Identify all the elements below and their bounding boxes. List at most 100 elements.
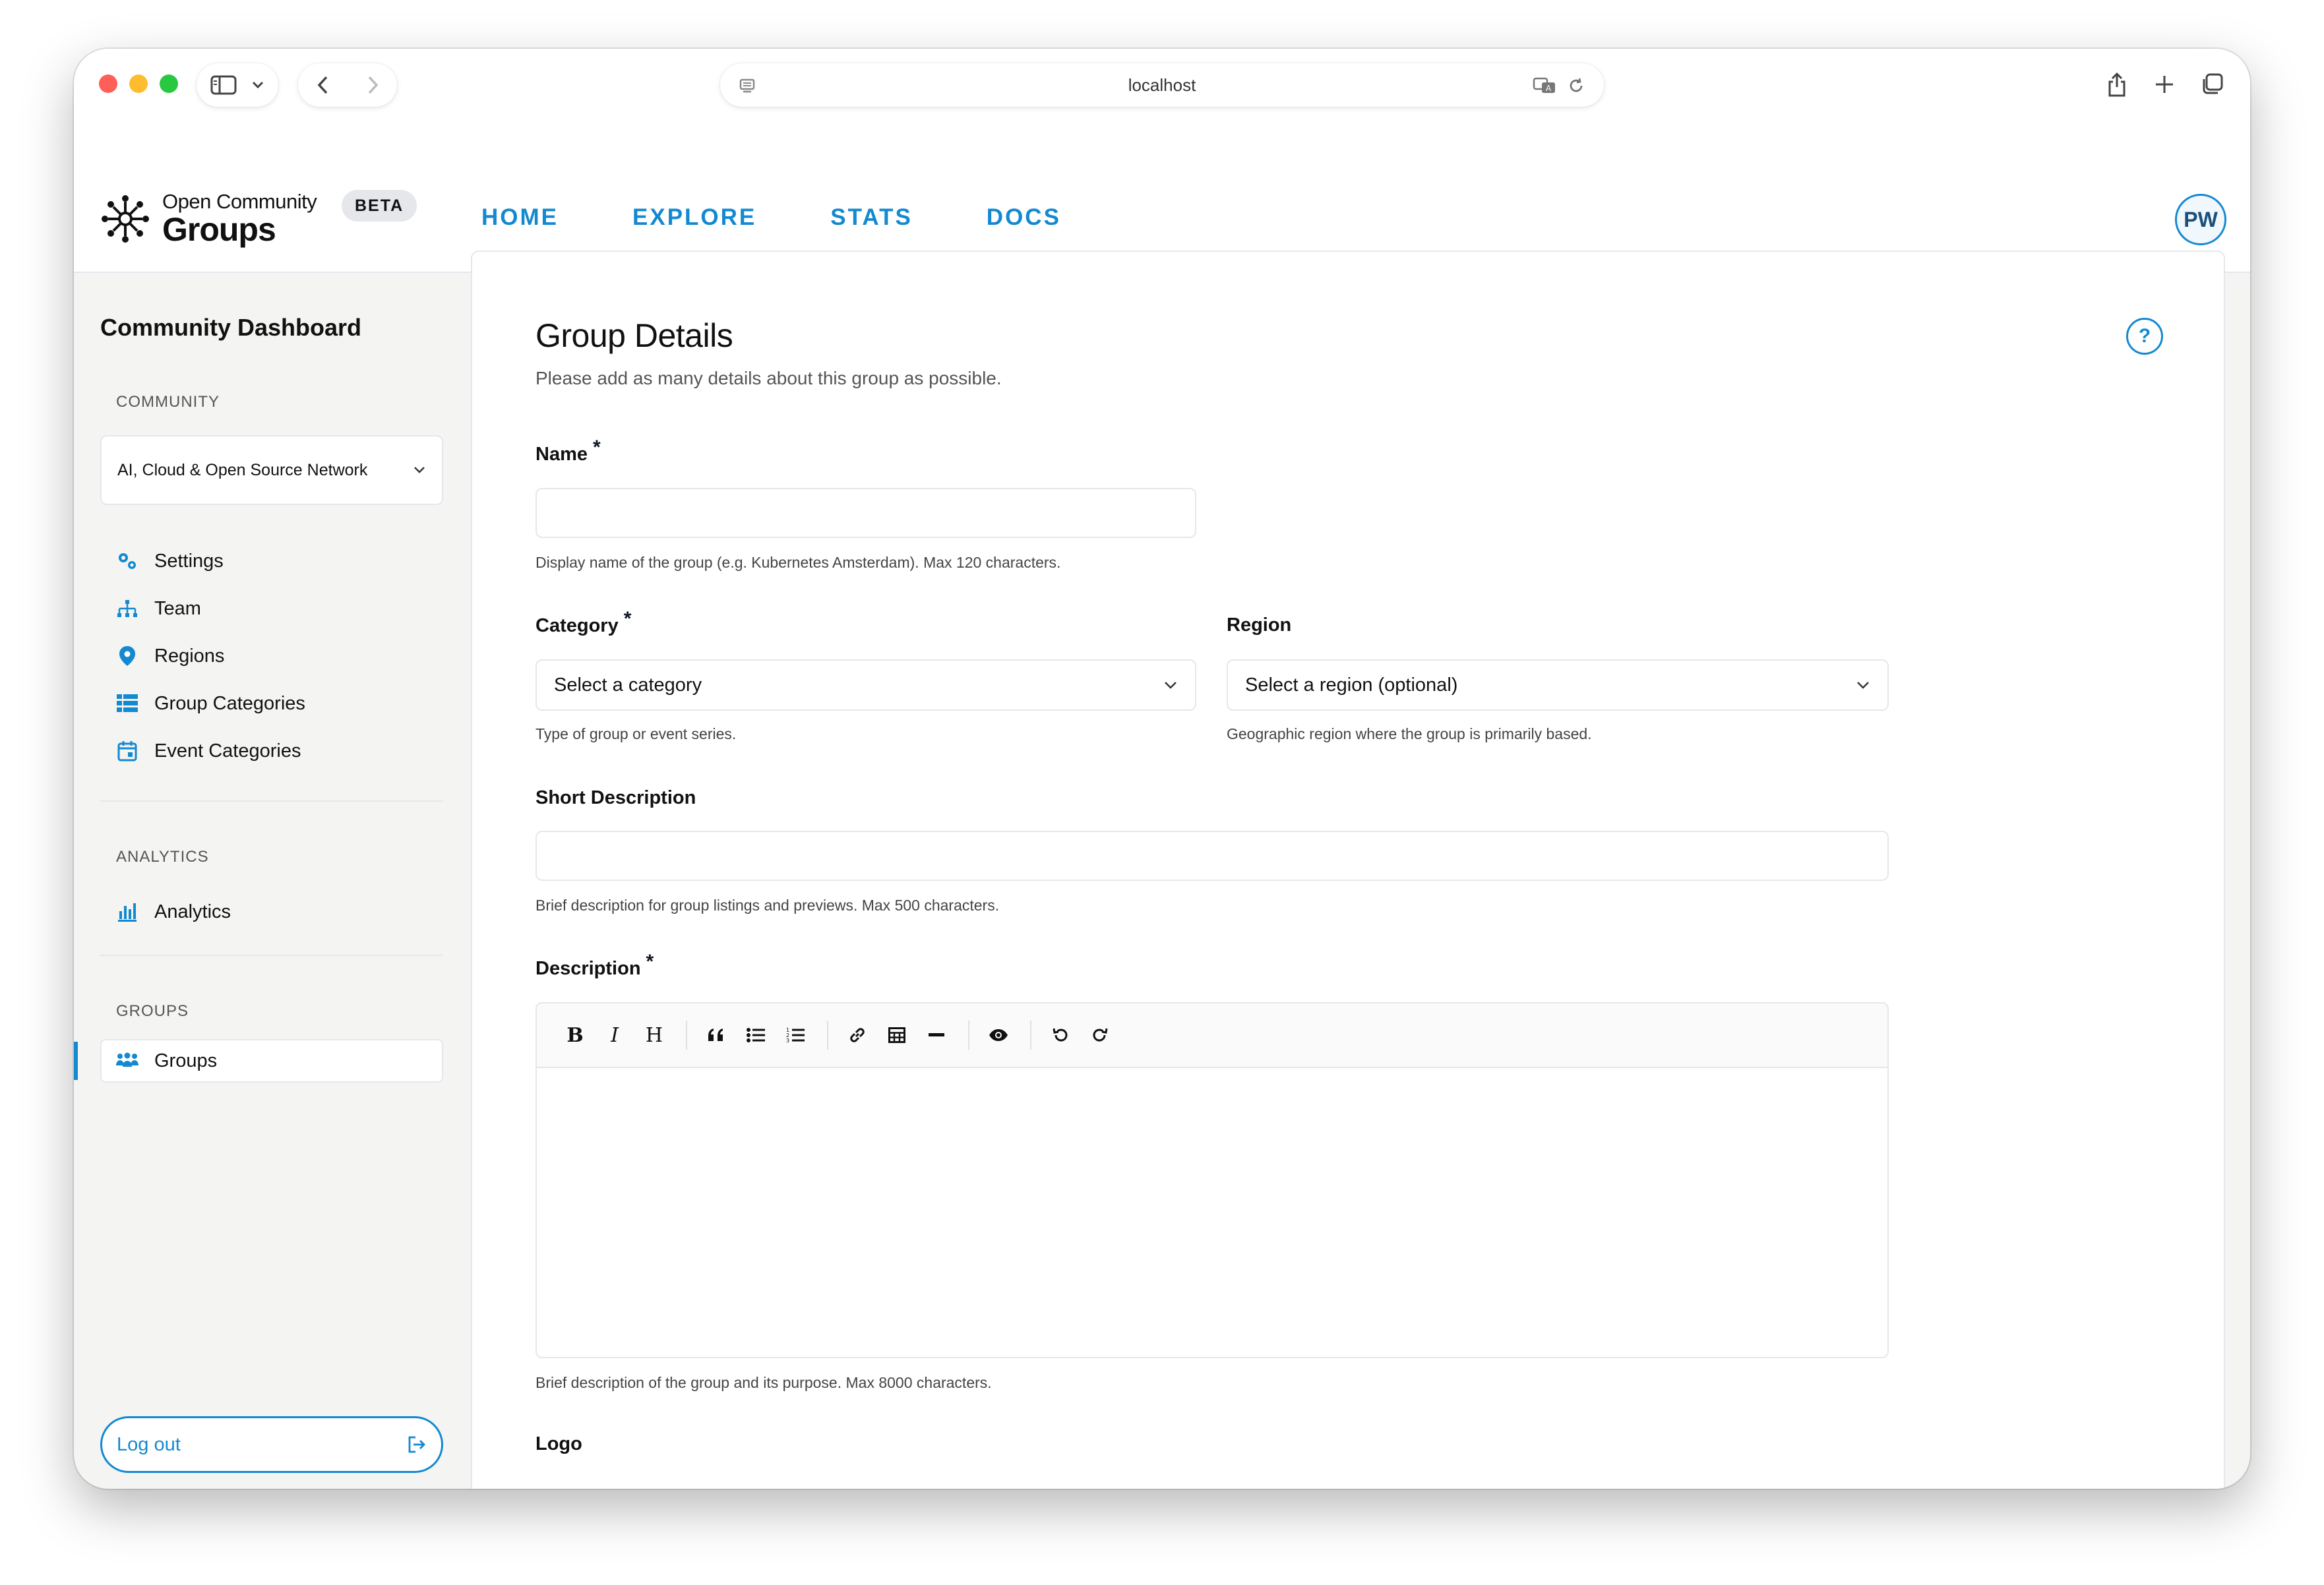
user-avatar[interactable]: PW bbox=[2175, 194, 2226, 245]
reload-icon[interactable] bbox=[1567, 76, 1585, 95]
forward-arrow-icon[interactable] bbox=[366, 75, 379, 95]
toolbar-separator bbox=[1030, 1021, 1031, 1050]
sidebar-item-label: Groups bbox=[154, 1050, 218, 1071]
nav-stats[interactable]: STATS bbox=[830, 204, 913, 231]
tabs-icon bbox=[2203, 73, 2223, 94]
quote-icon bbox=[708, 1029, 723, 1041]
svg-text:A: A bbox=[1546, 84, 1552, 93]
groups-section-label: GROUPS bbox=[116, 1002, 189, 1020]
translate-icon[interactable]: A bbox=[1533, 76, 1558, 95]
community-section-label: COMMUNITY bbox=[116, 393, 220, 411]
sidebar-toggle-button[interactable] bbox=[197, 63, 278, 107]
table-button[interactable] bbox=[882, 1021, 911, 1050]
description-help: Brief description of the group and its p… bbox=[535, 1374, 992, 1391]
history-nav bbox=[298, 63, 397, 107]
sidebar-item-label: Team bbox=[154, 597, 201, 619]
minimize-window-button[interactable] bbox=[129, 75, 148, 93]
logout-label: Log out bbox=[117, 1433, 181, 1455]
address-bar[interactable]: localhost A bbox=[720, 63, 1604, 107]
name-label-row: Name * bbox=[535, 436, 601, 465]
logout-button[interactable]: Log out bbox=[100, 1416, 443, 1473]
nav-home[interactable]: HOME bbox=[481, 204, 559, 231]
sidebar-item-regions[interactable]: Regions bbox=[116, 640, 224, 673]
bullet-list-button[interactable] bbox=[741, 1021, 770, 1050]
calendar-icon bbox=[117, 741, 137, 762]
logo[interactable]: Open Community Groups bbox=[99, 191, 317, 246]
category-select[interactable]: Select a category bbox=[535, 659, 1196, 711]
back-arrow-icon[interactable] bbox=[317, 75, 330, 95]
region-select[interactable]: Select a region (optional) bbox=[1227, 659, 1889, 711]
list-grid-icon bbox=[117, 694, 138, 712]
share-button[interactable] bbox=[2101, 69, 2133, 100]
chevron-down-icon bbox=[1857, 682, 1869, 689]
italic-button[interactable]: I bbox=[600, 1021, 629, 1050]
heading-button[interactable]: H bbox=[640, 1021, 669, 1050]
sidebar-item-team[interactable]: Team bbox=[116, 592, 201, 625]
sidebar-title: Community Dashboard bbox=[100, 314, 362, 341]
sidebar-item-label: Group Categories bbox=[154, 692, 305, 714]
sidebar-item-label: Analytics bbox=[154, 901, 231, 922]
category-help: Type of group or event series. bbox=[535, 725, 737, 742]
short-description-input[interactable] bbox=[535, 831, 1889, 881]
logo-label-row: Logo bbox=[535, 1433, 582, 1455]
horizontal-rule-icon bbox=[929, 1033, 944, 1036]
link-button[interactable] bbox=[843, 1021, 872, 1050]
sidebar-item-analytics[interactable]: Analytics bbox=[116, 895, 231, 928]
maximize-window-button[interactable] bbox=[160, 75, 178, 93]
link-icon bbox=[850, 1028, 865, 1042]
sidebar-item-label: Settings bbox=[154, 550, 224, 572]
editor-toolbar: B I H 123 bbox=[537, 1003, 1887, 1068]
region-label-row: Region bbox=[1227, 614, 1291, 636]
toolbar-separator bbox=[827, 1021, 828, 1050]
nav-explore[interactable]: EXPLORE bbox=[632, 204, 756, 231]
numbered-list-button[interactable]: 123 bbox=[781, 1021, 810, 1050]
sidebar-divider bbox=[100, 955, 443, 956]
numbered-list-icon: 123 bbox=[786, 1027, 805, 1044]
toolbar-separator bbox=[686, 1021, 687, 1050]
map-pin-icon bbox=[119, 646, 135, 666]
redo-button[interactable] bbox=[1086, 1021, 1115, 1050]
analytics-section-label: ANALYTICS bbox=[116, 848, 209, 866]
page-title: Group Details bbox=[535, 317, 733, 354]
eye-icon bbox=[989, 1029, 1008, 1041]
table-icon bbox=[888, 1027, 905, 1043]
description-textarea[interactable] bbox=[537, 1068, 1887, 1357]
logo-top-text: Open Community bbox=[162, 190, 317, 213]
redo-icon bbox=[1093, 1028, 1108, 1042]
undo-button[interactable] bbox=[1046, 1021, 1075, 1050]
italic-icon: I bbox=[611, 1023, 619, 1047]
logo-label: Logo bbox=[535, 1433, 582, 1454]
heading-icon: H bbox=[645, 1023, 663, 1047]
required-marker: * bbox=[623, 608, 632, 630]
toolbar-separator bbox=[968, 1021, 969, 1050]
bold-button[interactable]: B bbox=[561, 1021, 590, 1050]
community-select[interactable]: AI, Cloud & Open Source Network bbox=[100, 435, 443, 505]
browser-window: localhost A Open Community Groups BETA H… bbox=[74, 49, 2250, 1489]
bar-chart-icon bbox=[118, 903, 137, 922]
name-help: Display name of the group (e.g. Kubernet… bbox=[535, 554, 1061, 571]
beta-badge: BETA bbox=[342, 190, 417, 222]
undo-icon bbox=[1053, 1028, 1068, 1042]
category-label-row: Category * bbox=[535, 608, 631, 637]
gears-icon bbox=[119, 553, 136, 569]
sidebar-item-groups[interactable]: Groups bbox=[116, 1044, 217, 1077]
region-select-value: Select a region (optional) bbox=[1245, 674, 1458, 696]
new-tab-button[interactable] bbox=[2149, 69, 2180, 100]
nav-docs[interactable]: DOCS bbox=[987, 204, 1061, 231]
close-window-button[interactable] bbox=[99, 75, 117, 93]
top-nav: HOME EXPLORE STATS DOCS bbox=[481, 204, 1135, 231]
browser-toolbar: localhost A bbox=[74, 49, 2250, 123]
quote-button[interactable] bbox=[702, 1021, 731, 1050]
name-label: Name bbox=[535, 444, 588, 465]
name-input[interactable] bbox=[535, 488, 1196, 538]
sidebar-item-settings[interactable]: Settings bbox=[116, 545, 224, 578]
tab-overview-button[interactable] bbox=[2196, 69, 2228, 100]
bold-icon: B bbox=[566, 1023, 584, 1047]
sidebar-divider bbox=[100, 800, 443, 802]
sidebar-item-event-categories[interactable]: Event Categories bbox=[116, 734, 301, 767]
preview-button[interactable] bbox=[984, 1021, 1013, 1050]
sidebar-item-group-categories[interactable]: Group Categories bbox=[116, 687, 305, 720]
org-chart-icon bbox=[117, 600, 137, 617]
horizontal-rule-button[interactable] bbox=[922, 1021, 951, 1050]
help-button[interactable]: ? bbox=[2126, 318, 2163, 355]
